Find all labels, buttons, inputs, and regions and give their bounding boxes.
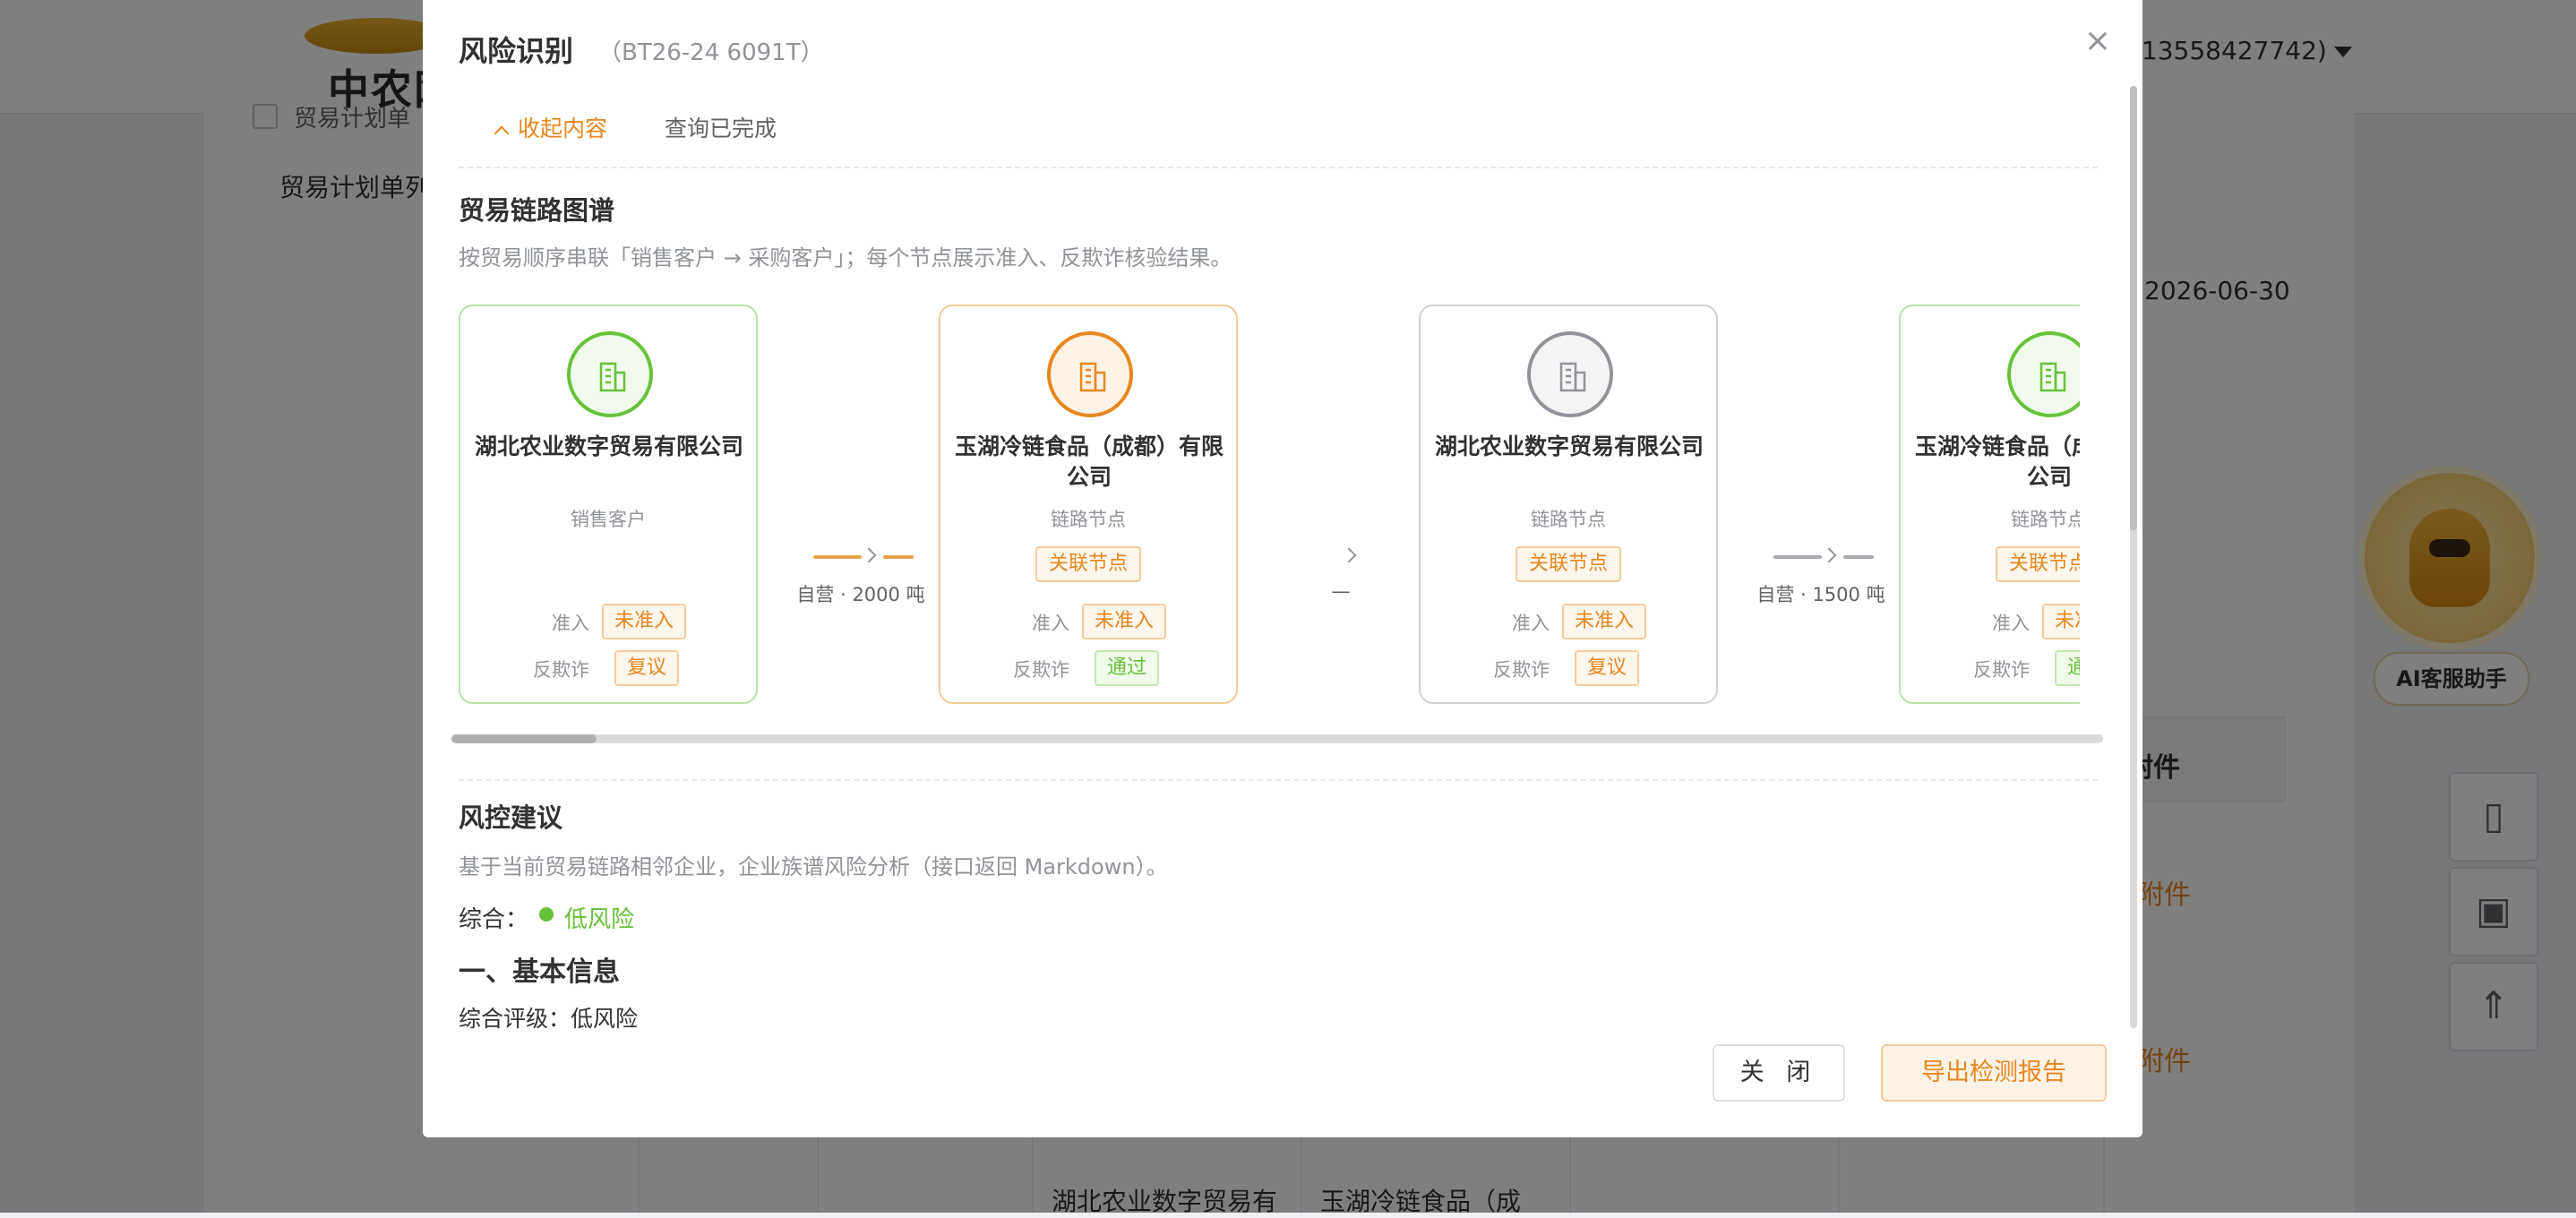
building-icon	[1527, 331, 1613, 417]
admission-badge: 未准入	[1562, 604, 1647, 639]
divider	[459, 779, 2098, 781]
close-button[interactable]: 关 闭	[1713, 1044, 1845, 1102]
chain-scrollbar-thumb[interactable]	[451, 734, 597, 743]
antifraud-label: 反欺诈	[1013, 659, 1069, 681]
antifraud-badge: 复议	[614, 650, 680, 686]
node-role: 销售客户	[571, 509, 646, 530]
node-company-name: 湖北农业数字贸易有限公司	[1435, 433, 1704, 459]
chain-node[interactable]: 玉湖冷链食品（成都）有限公司 链路节点 关联节点 准入 未准入 反欺诈 通过	[1899, 304, 2080, 704]
admission-label: 准入	[1512, 613, 1550, 634]
advice-section-description: 基于当前贸易链路相邻企业，企业族谱风险分析（接口返回 Markdown）。	[459, 854, 1168, 879]
antifraud-row: 反欺诈 通过	[940, 650, 1236, 686]
admission-row: 准入 未准入	[1901, 604, 2080, 639]
link-line	[813, 555, 862, 559]
admission-badge: 未准入	[1082, 604, 1167, 639]
basic-info-heading: 一、基本信息	[459, 956, 620, 988]
chain-link: 自营 · 2000 吨	[767, 546, 946, 618]
node-company-name: 湖北农业数字贸易有限公司	[475, 433, 744, 459]
node-company-name: 玉湖冷链食品（成都）有限公司	[955, 433, 1224, 490]
antifraud-badge: 通过	[2055, 650, 2080, 686]
antifraud-badge: 通过	[1095, 650, 1160, 686]
admission-row: 准入 未准入	[940, 604, 1236, 639]
chain-node[interactable]: 玉湖冷链食品（成都）有限公司 链路节点 关联节点 准入 未准入 反欺诈 通过	[939, 304, 1238, 704]
antifraud-row: 反欺诈 复议	[460, 650, 756, 686]
dialog-subtitle: （BT26-24 6091T）	[598, 39, 824, 66]
link-label: —	[1331, 580, 1351, 602]
antifraud-row: 反欺诈 复议	[1421, 650, 1716, 686]
chevron-right-icon	[1821, 547, 1837, 563]
antifraud-badge: 复议	[1575, 650, 1640, 686]
chain-node[interactable]: 湖北农业数字贸易有限公司 链路节点 关联节点 准入 未准入 反欺诈 复议	[1419, 304, 1718, 704]
chain-scrollbar[interactable]	[451, 734, 2103, 743]
divider	[459, 167, 2098, 168]
admission-label: 准入	[1032, 613, 1069, 634]
link-label: 自营 · 1500 吨	[1756, 584, 1885, 605]
export-report-button[interactable]: 导出检测报告	[1881, 1044, 2107, 1102]
building-icon	[2007, 331, 2080, 417]
node-role: 链路节点	[1051, 509, 1126, 530]
chain-section-description: 按贸易顺序串联「销售客户 → 采购客户」；每个节点展示准入、反欺诈核验结果。	[459, 245, 1232, 270]
antifraud-row: 反欺诈 通过	[1901, 650, 2080, 686]
node-tag: 关联节点	[1996, 546, 2080, 582]
node-role: 链路节点	[1531, 509, 1606, 530]
chevron-right-icon	[861, 547, 877, 563]
building-icon	[567, 331, 653, 417]
building-icon	[1047, 331, 1133, 417]
link-line	[883, 555, 914, 559]
chain-link: 自营 · 1500 吨	[1727, 546, 1906, 618]
node-tag: 关联节点	[1516, 546, 1621, 582]
chevron-up-icon	[494, 125, 510, 142]
collapse-label: 收起内容	[518, 116, 608, 142]
risk-dialog: 风险识别 （BT26-24 6091T） × 收起内容 查询已完成 贸易链路图谱…	[423, 0, 2142, 1137]
risk-status-dot	[539, 907, 554, 922]
antifraud-label: 反欺诈	[1973, 659, 2030, 681]
overall-label: 综合：	[459, 906, 529, 933]
trade-chain-graph[interactable]: 湖北农业数字贸易有限公司 销售客户 准入 未准入 反欺诈 复议 自营 · 200…	[459, 304, 2080, 708]
chain-node[interactable]: 湖北农业数字贸易有限公司 销售客户 准入 未准入 反欺诈 复议	[459, 304, 758, 704]
advice-section-title: 风控建议	[459, 802, 563, 833]
node-role: 链路节点	[2011, 509, 2080, 530]
dialog-scrollbar-thumb[interactable]	[2130, 86, 2137, 530]
chevron-right-icon	[1341, 547, 1357, 563]
dialog-title: 风险识别	[459, 34, 574, 68]
chain-link: —	[1247, 546, 1426, 618]
link-line	[1843, 555, 1874, 559]
node-tag: 关联节点	[1035, 546, 1141, 582]
admission-label: 准入	[552, 613, 589, 634]
rating-line: 综合评级：低风险	[459, 1006, 639, 1032]
overall-risk-level: 低风险	[564, 906, 635, 933]
collapse-content-button[interactable]: 收起内容	[494, 111, 608, 143]
admission-label: 准入	[1992, 613, 2030, 634]
link-label: 自营 · 2000 吨	[796, 584, 925, 605]
antifraud-label: 反欺诈	[533, 659, 589, 681]
admission-badge: 未准入	[602, 604, 687, 639]
admission-row: 准入 未准入	[460, 604, 756, 639]
admission-badge: 未准入	[2042, 604, 2080, 639]
chain-section-title: 贸易链路图谱	[459, 195, 615, 226]
node-company-name: 玉湖冷链食品（成都）有限公司	[1915, 433, 2080, 490]
antifraud-label: 反欺诈	[1493, 659, 1550, 681]
query-status: 查询已完成	[665, 116, 777, 142]
link-line	[1773, 555, 1822, 559]
admission-row: 准入 未准入	[1421, 604, 1716, 639]
close-icon[interactable]: ×	[2080, 23, 2116, 59]
